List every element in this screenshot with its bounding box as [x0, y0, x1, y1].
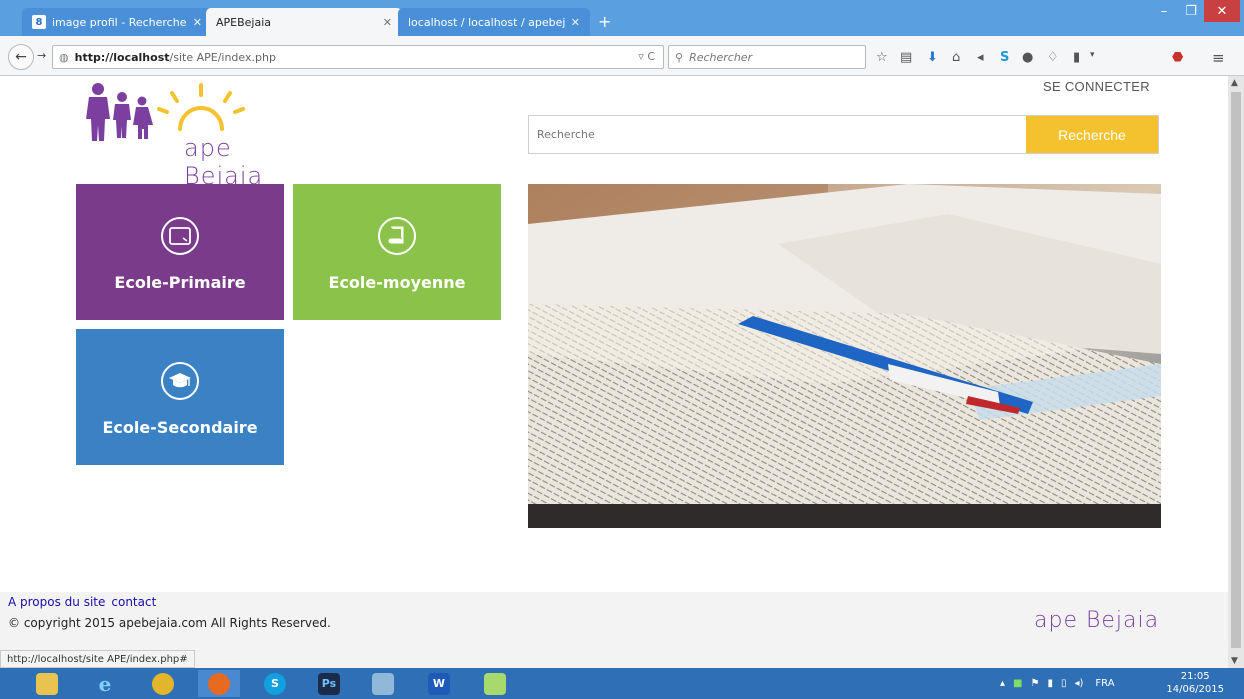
google-plus-icon: 8 — [32, 15, 46, 29]
book-icon — [378, 217, 416, 255]
bookmarks-list-icon[interactable]: ▤ — [900, 51, 912, 64]
volume-icon[interactable]: ◂) — [1074, 678, 1083, 689]
logo-text: ape Bejaia — [184, 134, 264, 190]
tile-label: Ecole-Secondaire — [102, 418, 258, 437]
page-content: ape Bejaia SE CONNECTER Recherche Ecole-… — [0, 76, 1228, 668]
ie-icon: e — [98, 671, 112, 696]
footer-links: A propos du site contact — [8, 595, 162, 609]
clock-time: 21:05 — [1180, 671, 1210, 682]
chrome-icon — [152, 672, 174, 695]
scroll-down-icon[interactable]: ▼ — [1231, 656, 1238, 666]
scrollbar-thumb[interactable] — [1231, 92, 1241, 648]
close-tab-icon[interactable]: ✕ — [383, 16, 392, 29]
tile-ecole-primaire[interactable]: Ecole-Primaire — [76, 184, 284, 320]
word-icon: W — [428, 672, 450, 695]
photoshop-button[interactable]: Ps — [308, 670, 350, 697]
site-logo[interactable]: ape Bejaia — [84, 81, 262, 190]
scroll-up-icon[interactable]: ▲ — [1231, 78, 1238, 88]
forward-button[interactable]: → — [37, 49, 46, 62]
status-url: http://localhost/site APE/index.php# — [0, 650, 195, 668]
language-indicator[interactable]: FRA — [1095, 678, 1114, 689]
page-scrollbar[interactable]: ▲ ▼ — [1228, 76, 1244, 668]
menu-icon[interactable]: ≡ — [1212, 51, 1225, 66]
arrow-left-icon: ← — [15, 49, 27, 65]
photoshop-icon: Ps — [318, 672, 340, 695]
tile-label: Ecole-Primaire — [114, 273, 246, 292]
contact-link[interactable]: contact — [111, 595, 156, 609]
site-search-form: Recherche — [528, 115, 1159, 154]
word-button[interactable]: W — [418, 670, 460, 697]
footer-brand: ape Bejaia — [1034, 608, 1160, 633]
tray-app-icon[interactable]: ■ — [1013, 678, 1022, 689]
globe-icon: ◍ — [59, 50, 69, 64]
browser-nav-bar: ← → ◍ http://localhost/site APE/index.ph… — [0, 36, 1244, 76]
extension-icon[interactable]: ♢ — [1047, 51, 1059, 64]
notepad-icon — [484, 672, 506, 695]
browser-search-input[interactable]: ⚲ Rechercher — [668, 45, 866, 69]
back-button[interactable]: ← — [8, 44, 34, 70]
internet-explorer-button[interactable]: e — [84, 670, 126, 697]
graduation-cap-icon — [161, 362, 199, 400]
network-icon[interactable]: ▮ — [1047, 678, 1053, 689]
notepad-plus-button[interactable] — [474, 670, 516, 697]
url-host: http://localhost — [74, 50, 170, 64]
new-tab-icon[interactable]: + — [598, 12, 611, 31]
firefox-icon — [208, 672, 230, 695]
download-icon[interactable]: ⬇ — [927, 51, 938, 64]
system-tray: ▴ ■ ⚑ ▮ ▯ ◂) FRA — [1000, 668, 1115, 699]
skype-icon: S — [264, 672, 286, 695]
hero-image — [528, 184, 1161, 528]
clock[interactable]: 21:05 14/06/2015 — [1166, 670, 1224, 696]
bookmark-star-icon[interactable]: ☆ — [876, 51, 888, 64]
flag-icon[interactable]: ⚑ — [1030, 678, 1039, 689]
home-icon[interactable]: ⌂ — [952, 51, 960, 64]
file-explorer-button[interactable] — [26, 670, 68, 697]
clipboard-icon[interactable]: ▮ — [1073, 51, 1080, 64]
browser-tab-bar: 8 image profil - Recherche G... ✕ APEBej… — [0, 0, 1244, 36]
tab-image-profil[interactable]: 8 image profil - Recherche G... ✕ — [22, 8, 212, 36]
about-link[interactable]: A propos du site — [8, 595, 105, 609]
tray-expand-icon[interactable]: ▴ — [1000, 678, 1005, 689]
folder-icon — [36, 672, 58, 695]
tab-apebejaia[interactable]: APEBejaia ✕ — [206, 8, 402, 36]
close-tab-icon[interactable]: ✕ — [571, 16, 580, 29]
firefox-button[interactable] — [198, 670, 240, 697]
adblock-icon[interactable]: ⬣ — [1172, 51, 1183, 64]
chat-icon[interactable]: ● — [1022, 51, 1033, 64]
chevron-down-icon[interactable]: ▾ — [1090, 51, 1095, 60]
image-viewer-button[interactable] — [362, 670, 404, 697]
url-bar[interactable]: ◍ http://localhost/site APE/index.php ▿ … — [52, 45, 664, 69]
url-path: /site APE/index.php — [169, 50, 276, 64]
clock-date: 14/06/2015 — [1166, 684, 1224, 695]
send-icon[interactable]: ◂ — [977, 51, 984, 64]
minimize-icon[interactable]: – — [1150, 0, 1178, 22]
image-viewer-icon — [372, 672, 394, 695]
tile-label: Ecole-moyenne — [328, 273, 466, 292]
close-tab-icon[interactable]: ✕ — [193, 16, 202, 29]
chrome-button[interactable] — [142, 670, 184, 697]
family-sun-icon — [86, 83, 245, 141]
tile-ecole-secondaire[interactable]: Ecole-Secondaire — [76, 329, 284, 465]
reload-icon[interactable]: ▿ C — [638, 50, 655, 63]
site-search-input[interactable] — [529, 116, 1026, 153]
close-window-icon[interactable]: ✕ — [1204, 0, 1240, 22]
windows-taskbar: e S Ps W ▴ ■ ⚑ ▮ ▯ ◂) FRA 21:05 14/06/20… — [0, 668, 1244, 699]
skype-button[interactable]: S — [254, 670, 296, 697]
login-link[interactable]: SE CONNECTER — [1043, 79, 1150, 94]
skype-icon[interactable]: S — [1000, 51, 1009, 64]
copyright-text: © copyright 2015 apebejaia.com All Right… — [8, 616, 331, 630]
tile-ecole-moyenne[interactable]: Ecole-moyenne — [293, 184, 501, 320]
tablet-icon — [161, 217, 199, 255]
site-search-button[interactable]: Recherche — [1026, 116, 1158, 153]
search-icon: ⚲ — [675, 50, 684, 64]
tab-localhost-phpmyadmin[interactable]: localhost / localhost / apebejai... ✕ — [398, 8, 590, 36]
maximize-icon[interactable]: ❐ — [1180, 0, 1202, 22]
battery-icon[interactable]: ▯ — [1061, 678, 1067, 689]
